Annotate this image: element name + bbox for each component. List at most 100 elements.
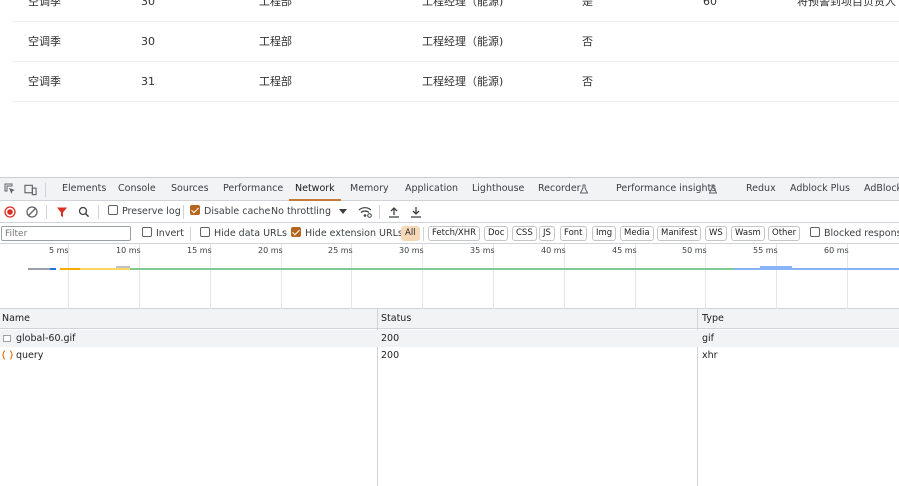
tab-recorder[interactable]: Recorder xyxy=(538,178,581,201)
device-toolbar-icon[interactable] xyxy=(24,183,37,196)
timeline-overview[interactable]: 5 ms 10 ms 15 ms 20 ms 25 ms 30 ms 35 ms… xyxy=(0,244,899,309)
timeline-bar xyxy=(50,268,56,270)
column-header-type[interactable]: Type xyxy=(700,309,724,329)
type-filter-media[interactable]: Media xyxy=(620,226,654,241)
divider xyxy=(46,205,47,219)
type-filter-all[interactable]: All xyxy=(401,226,420,241)
timeline-tick-label: 20 ms xyxy=(258,246,283,255)
hide-data-urls-label: Hide data URLs xyxy=(214,228,287,239)
type-filter-other[interactable]: Other xyxy=(768,226,801,241)
hide-extension-urls-checkbox[interactable]: Hide extension URLs xyxy=(291,223,403,244)
request-row[interactable]: query 200 xhr xyxy=(0,347,899,364)
tab-elements[interactable]: Elements xyxy=(62,178,106,201)
filter-icon[interactable] xyxy=(56,206,68,218)
app-table: 空调季 30 工程部 工程经理（能源) 是 60 将预警到项目负责人 空调季 3… xyxy=(0,0,899,176)
timeline-tick-label: 10 ms xyxy=(116,246,141,255)
divider xyxy=(379,205,380,219)
tab-sources[interactable]: Sources xyxy=(171,178,209,201)
request-grid-header: Name Status Type xyxy=(0,309,899,329)
cell-flag: 否 xyxy=(582,75,593,88)
import-har-icon[interactable] xyxy=(388,206,400,218)
cell-season: 空调季 xyxy=(28,0,61,8)
blocked-response-label: Blocked response xyxy=(824,228,899,239)
cell-days: 30 xyxy=(141,0,155,8)
chevron-down-icon[interactable] xyxy=(339,209,347,215)
request-row[interactable]: global-60.gif 200 gif xyxy=(0,330,899,347)
table-row[interactable]: 空调季 30 工程部 工程经理（能源) 否 xyxy=(12,22,899,62)
checkbox-box xyxy=(200,227,210,237)
checkbox-box xyxy=(108,205,118,215)
cell-season: 空调季 xyxy=(28,35,61,48)
request-status: 200 xyxy=(381,333,400,344)
experiment-flask-icon xyxy=(579,184,589,194)
type-filter-doc[interactable]: Doc xyxy=(484,226,509,241)
type-filter-font[interactable]: Font xyxy=(560,226,587,241)
blocked-response-checkbox[interactable]: Blocked response xyxy=(810,223,899,244)
column-header-status[interactable]: Status xyxy=(379,309,411,329)
filter-input[interactable] xyxy=(1,226,131,241)
tab-lighthouse[interactable]: Lighthouse xyxy=(472,178,524,201)
preserve-log-checkbox[interactable]: Preserve log xyxy=(108,201,181,223)
type-filter-js[interactable]: JS xyxy=(539,226,555,241)
type-filter-img[interactable]: Img xyxy=(592,226,617,241)
request-type: gif xyxy=(702,333,715,344)
tab-console[interactable]: Console xyxy=(118,178,156,201)
network-toolbar: Preserve log Disable cache No throttling xyxy=(0,201,899,223)
preserve-log-label: Preserve log xyxy=(122,206,181,217)
timeline-tick-label: 50 ms xyxy=(682,246,707,255)
cell-department: 工程部 xyxy=(259,35,292,48)
type-filter-ws[interactable]: WS xyxy=(705,226,727,241)
timeline-tick-label: 30 ms xyxy=(399,246,424,255)
network-conditions-icon[interactable] xyxy=(358,206,372,218)
checkbox-box-checked xyxy=(190,205,200,215)
record-icon[interactable] xyxy=(4,206,16,218)
tab-memory[interactable]: Memory xyxy=(350,178,389,201)
column-header-name[interactable]: Name xyxy=(0,309,30,329)
cell-days: 31 xyxy=(141,75,155,88)
cell-threshold: 60 xyxy=(703,0,717,8)
table-row[interactable]: 空调季 31 工程部 工程经理（能源) 否 xyxy=(12,62,899,102)
tab-network[interactable]: Network xyxy=(289,178,341,201)
tab-performance-insights[interactable]: Performance insights xyxy=(616,178,716,201)
timeline-tick-label: 25 ms xyxy=(328,246,353,255)
tab-adblock[interactable]: AdBlock xyxy=(864,178,899,201)
cell-role: 工程经理（能源) xyxy=(422,75,504,88)
divider xyxy=(183,205,184,219)
export-har-icon[interactable] xyxy=(410,206,422,218)
tab-redux[interactable]: Redux xyxy=(746,178,776,201)
request-name: global-60.gif xyxy=(16,333,76,344)
hide-data-urls-checkbox[interactable]: Hide data URLs xyxy=(200,223,287,244)
table-row[interactable]: 空调季 30 工程部 工程经理（能源) 是 60 将预警到项目负责人 xyxy=(12,0,899,22)
inspect-element-icon[interactable] xyxy=(4,183,17,196)
tab-performance[interactable]: Performance xyxy=(223,178,283,201)
request-status: 200 xyxy=(381,350,400,361)
cell-action: 将预警到项目负责人 xyxy=(797,0,896,8)
checkbox-box xyxy=(810,227,820,237)
type-filter-css[interactable]: CSS xyxy=(512,226,537,241)
request-type: xhr xyxy=(702,350,718,361)
timeline-tick-label: 35 ms xyxy=(470,246,495,255)
type-filter-manifest[interactable]: Manifest xyxy=(657,226,702,241)
type-filter-wasm[interactable]: Wasm xyxy=(731,226,765,241)
type-filter-fetch-xhr[interactable]: Fetch/XHR xyxy=(428,226,481,241)
timeline-tick-label: 60 ms xyxy=(824,246,849,255)
clear-icon[interactable] xyxy=(26,206,38,218)
disable-cache-checkbox[interactable]: Disable cache xyxy=(190,201,270,223)
throttling-select[interactable]: No throttling xyxy=(271,201,331,223)
cell-days: 30 xyxy=(141,35,155,48)
divider xyxy=(45,183,46,197)
invert-checkbox[interactable]: Invert xyxy=(142,223,184,244)
request-name: query xyxy=(16,350,44,361)
tab-adblock-plus[interactable]: Adblock Plus xyxy=(790,178,850,201)
search-icon[interactable] xyxy=(78,206,90,218)
cell-role: 工程经理（能源) xyxy=(422,0,504,8)
devtools-panel: Elements Console Sources Performance Net… xyxy=(0,177,899,486)
page: 空调季 30 工程部 工程经理（能源) 是 60 将预警到项目负责人 空调季 3… xyxy=(0,0,899,486)
filter-bar: Invert Hide data URLs Hide extension URL… xyxy=(0,223,899,244)
timeline-bar xyxy=(734,268,899,270)
cell-season: 空调季 xyxy=(28,75,61,88)
throttling-value: No throttling xyxy=(271,206,331,217)
timeline-bar xyxy=(760,266,792,268)
cell-department: 工程部 xyxy=(259,75,292,88)
tab-application[interactable]: Application xyxy=(405,178,458,201)
